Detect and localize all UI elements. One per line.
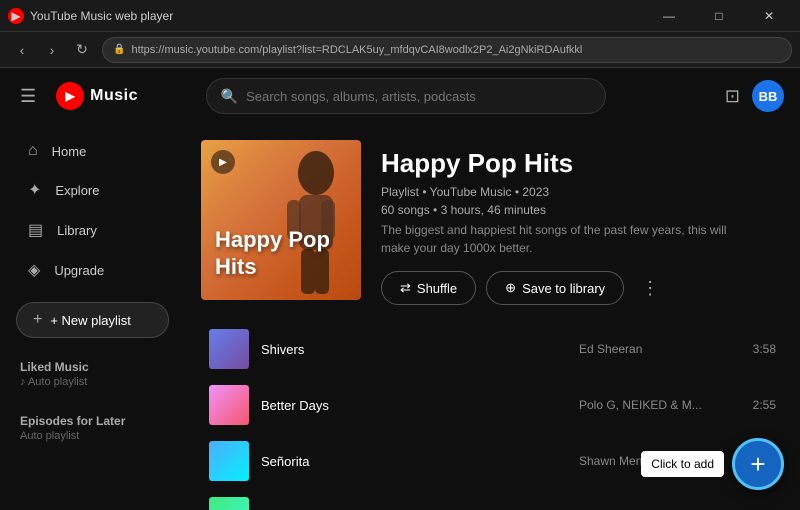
sidebar-item-explore-label: Explore	[55, 183, 99, 198]
playlist-description: The biggest and happiest hit songs of th…	[381, 221, 741, 257]
liked-music-title: Liked Music	[0, 350, 185, 376]
save-icon: ⊕	[505, 280, 516, 296]
new-playlist-label: + New playlist	[50, 313, 131, 328]
playlist-info: Happy Pop Hits Playlist • YouTube Music …	[381, 140, 784, 305]
search-icon: 🔍	[221, 88, 238, 105]
song-thumbnail	[209, 497, 249, 510]
song-artist: Ed Sheeran	[579, 342, 729, 356]
song-thumbnail	[209, 329, 249, 369]
sidebar-item-upgrade[interactable]: ◈ Upgrade	[8, 250, 177, 290]
search-input[interactable]	[246, 89, 591, 104]
episodes-sub: Auto playlist	[0, 430, 185, 450]
playlist-actions: ⇄ Shuffle ⊕ Save to library ⋮	[381, 271, 784, 305]
youtube-music-logo-icon: ▶	[56, 82, 84, 110]
shuffle-label: Shuffle	[417, 281, 457, 296]
save-label: Save to library	[522, 281, 605, 296]
title-bar-left: ▶ YouTube Music web player	[8, 8, 173, 24]
url-text: https://music.youtube.com/playlist?list=…	[131, 44, 582, 56]
song-thumbnail	[209, 441, 249, 481]
back-button[interactable]: ‹	[8, 36, 36, 64]
window-controls[interactable]: — □ ✕	[646, 0, 792, 32]
playlist-stats: 60 songs • 3 hours, 46 minutes	[381, 203, 784, 217]
cover-play-button[interactable]: ▶	[211, 150, 235, 174]
forward-button[interactable]: ›	[38, 36, 66, 64]
avatar[interactable]: BB	[752, 80, 784, 112]
nav-buttons[interactable]: ‹ › ↻	[8, 36, 96, 64]
sidebar-item-home[interactable]: ⌂ Home	[8, 132, 177, 170]
shuffle-icon: ⇄	[400, 280, 411, 296]
cast-icon[interactable]: ⊡	[725, 86, 740, 107]
lock-icon: 🔒	[113, 44, 125, 55]
more-options-button[interactable]: ⋮	[634, 272, 666, 304]
new-playlist-button[interactable]: + + New playlist	[16, 302, 169, 338]
song-info: Señorita	[261, 454, 567, 469]
song-title: Señorita	[261, 454, 567, 469]
floating-add-area: Click to add +	[641, 438, 784, 490]
sidebar-item-home-label: Home	[52, 144, 87, 159]
add-to-queue-button[interactable]: +	[732, 438, 784, 490]
explore-icon: ✦	[28, 180, 41, 200]
top-bar-right: ⊡ BB	[725, 80, 784, 112]
song-artist: Polo G, NEIKED & M...	[579, 398, 729, 412]
playlist-cover: ▶ Happy Pop Hits	[201, 140, 361, 300]
sidebar-item-library[interactable]: ▤ Library	[8, 210, 177, 250]
song-duration: 3:58	[741, 342, 776, 356]
episodes-title: Episodes for Later	[0, 404, 185, 430]
playlist-meta: Playlist • YouTube Music • 2023	[381, 185, 784, 199]
song-title: Better Days	[261, 398, 567, 413]
song-info: Shivers	[261, 342, 567, 357]
sidebar-item-upgrade-label: Upgrade	[54, 263, 104, 278]
address-bar: ‹ › ↻ 🔒 https://music.youtube.com/playli…	[0, 32, 800, 68]
upgrade-icon: ◈	[28, 260, 40, 280]
playlist-header: ▶ Happy Pop Hits Happy Pop Hits Playlist…	[201, 140, 784, 305]
song-title: Shivers	[261, 342, 567, 357]
save-to-library-button[interactable]: ⊕ Save to library	[486, 271, 624, 305]
window-title: YouTube Music web player	[30, 9, 173, 23]
playlist-title: Happy Pop Hits	[381, 148, 784, 179]
cover-text: Happy Pop Hits	[215, 227, 330, 280]
liked-music-sub: ♪ Auto playlist	[0, 376, 185, 396]
shuffle-button[interactable]: ⇄ Shuffle	[381, 271, 476, 305]
song-info: Better Days	[261, 398, 567, 413]
logo-text: Music	[90, 87, 138, 105]
plus-icon: +	[33, 311, 42, 329]
refresh-button[interactable]: ↻	[68, 36, 96, 64]
song-duration: 2:55	[741, 398, 776, 412]
sidebar-item-library-label: Library	[57, 223, 97, 238]
top-bar: ☰ ▶ Music 🔍 ⊡ BB	[0, 68, 800, 124]
song-row[interactable]: Green Green Grass George Ezra 2:51	[201, 489, 784, 510]
click-to-add-tooltip: Click to add	[641, 451, 724, 477]
app-icon: ▶	[8, 8, 24, 24]
library-icon: ▤	[28, 220, 43, 240]
minimize-button[interactable]: —	[646, 0, 692, 32]
song-row[interactable]: Better Days Polo G, NEIKED & M... 2:55	[201, 377, 784, 433]
maximize-button[interactable]: □	[696, 0, 742, 32]
logo-area: ▶ Music	[56, 82, 138, 110]
hamburger-icon[interactable]: ☰	[16, 82, 40, 111]
search-bar[interactable]: 🔍	[206, 78, 606, 114]
sidebar-item-explore[interactable]: ✦ Explore	[8, 170, 177, 210]
sidebar: ⌂ Home ✦ Explore ▤ Library ◈ Upgrade + +…	[0, 124, 185, 510]
home-icon: ⌂	[28, 142, 38, 160]
title-bar: ▶ YouTube Music web player — □ ✕	[0, 0, 800, 32]
song-row[interactable]: Shivers Ed Sheeran 3:58	[201, 321, 784, 377]
url-bar[interactable]: 🔒 https://music.youtube.com/playlist?lis…	[102, 37, 792, 63]
song-thumbnail	[209, 385, 249, 425]
close-button[interactable]: ✕	[746, 0, 792, 32]
